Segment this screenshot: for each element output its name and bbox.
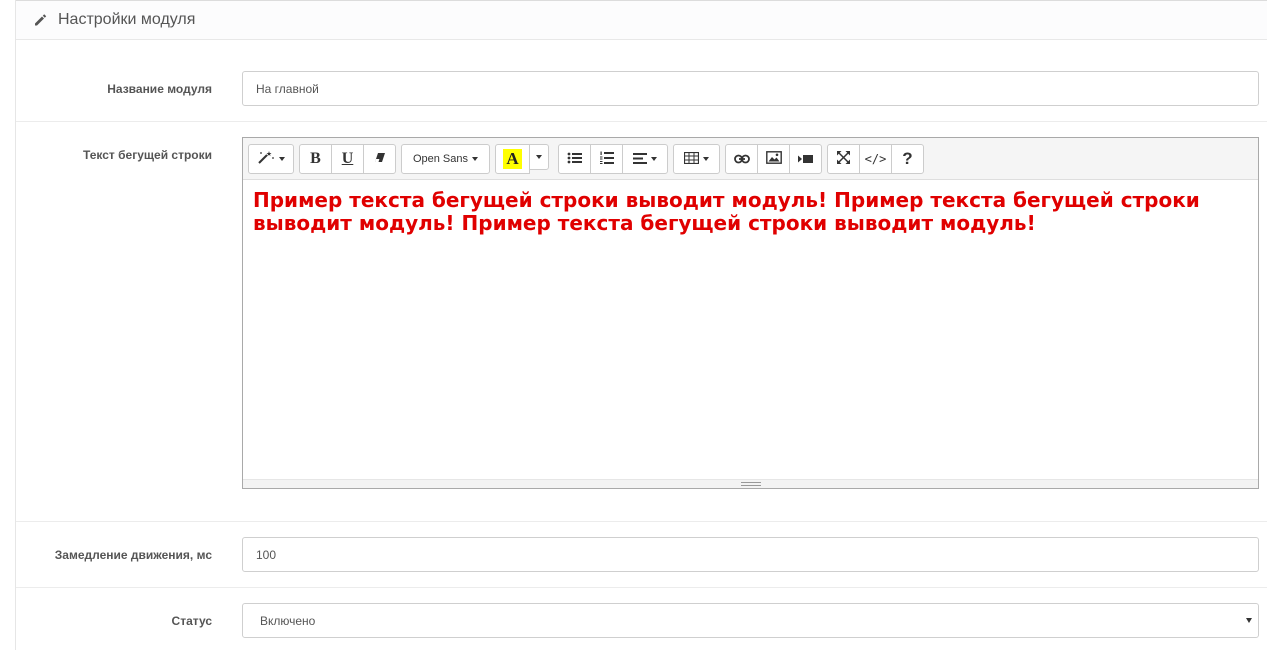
module-name-input[interactable]: На главной bbox=[242, 71, 1259, 106]
form-row-delay: Замедление движения, мс 100 bbox=[16, 522, 1267, 588]
table-dropdown[interactable] bbox=[673, 143, 720, 174]
clear-format-button[interactable] bbox=[363, 143, 396, 174]
delay-label: Замедление движения, мс bbox=[54, 548, 212, 562]
pencil-icon bbox=[32, 12, 48, 28]
recent-color-button[interactable]: A bbox=[495, 143, 530, 174]
link-icon bbox=[733, 151, 750, 167]
bold-button[interactable]: B bbox=[299, 143, 332, 174]
module-settings-panel: Настройки модуля Название модуля На глав… bbox=[16, 0, 1267, 650]
editor-resize-handle[interactable] bbox=[243, 479, 1258, 488]
font-family-dropdown[interactable]: Open Sans bbox=[401, 143, 490, 174]
editor-content[interactable]: Пример текста бегущей строки выводит мод… bbox=[243, 180, 1258, 244]
picture-icon bbox=[765, 150, 782, 167]
underline-button[interactable]: U bbox=[331, 143, 364, 174]
color-dropdown-button[interactable] bbox=[529, 143, 549, 170]
status-label: Статус bbox=[171, 614, 212, 628]
eraser-icon bbox=[373, 151, 387, 167]
ordered-list-icon bbox=[599, 151, 615, 167]
fullscreen-button[interactable] bbox=[827, 143, 860, 174]
codeview-button[interactable]: </> bbox=[859, 143, 892, 174]
panel-heading: Настройки модуля bbox=[16, 1, 1267, 40]
code-icon: </> bbox=[864, 151, 887, 166]
help-button[interactable]: ? bbox=[891, 143, 924, 174]
magic-wand-icon bbox=[257, 150, 275, 167]
editor-toolbar: B U Open Sans A </> ? bbox=[243, 138, 1258, 180]
status-selected-value: Включено bbox=[260, 613, 316, 628]
unordered-list-icon bbox=[567, 151, 583, 167]
form-row-name: Название модуля На главной bbox=[16, 41, 1267, 122]
fullscreen-icon bbox=[837, 150, 850, 167]
align-icon bbox=[633, 151, 647, 167]
link-button[interactable] bbox=[725, 143, 758, 174]
status-select[interactable]: Включено bbox=[242, 603, 1259, 638]
name-label: Название модуля bbox=[107, 82, 212, 96]
form-row-status: Статус Включено bbox=[16, 588, 1267, 650]
left-strip bbox=[0, 0, 16, 650]
paragraph-align-dropdown[interactable] bbox=[622, 143, 668, 174]
table-icon bbox=[683, 151, 700, 167]
video-button[interactable] bbox=[789, 143, 822, 174]
picture-button[interactable] bbox=[757, 143, 790, 174]
style-button[interactable] bbox=[248, 143, 294, 174]
ordered-list-button[interactable] bbox=[590, 143, 623, 174]
text-label: Текст бегущей строки bbox=[83, 148, 212, 162]
panel-title: Настройки модуля bbox=[58, 11, 196, 28]
text-color-icon: A bbox=[503, 148, 522, 169]
chevron-down-icon bbox=[1246, 618, 1252, 623]
rich-text-editor: B U Open Sans A </> ? Пример текста бегу… bbox=[242, 137, 1259, 489]
help-icon: ? bbox=[902, 148, 913, 168]
delay-input[interactable]: 100 bbox=[242, 537, 1259, 572]
video-icon bbox=[797, 151, 814, 167]
unordered-list-button[interactable] bbox=[558, 143, 591, 174]
